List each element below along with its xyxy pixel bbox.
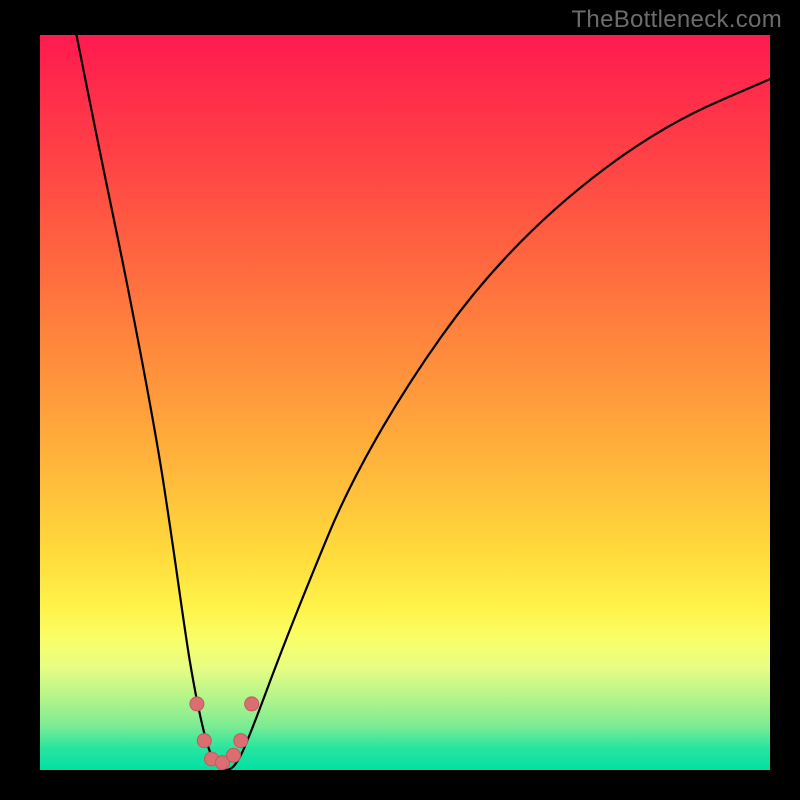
curve-marker (190, 697, 204, 711)
curve-marker (234, 734, 248, 748)
chart-frame: TheBottleneck.com (0, 0, 800, 800)
plot-area (40, 35, 770, 770)
curve-marker (197, 734, 211, 748)
curve-marker (245, 697, 259, 711)
watermark-text: TheBottleneck.com (571, 6, 782, 34)
bottleneck-curve (77, 35, 771, 770)
curve-markers (190, 697, 259, 770)
curve-svg (40, 35, 770, 770)
curve-marker (227, 748, 241, 762)
